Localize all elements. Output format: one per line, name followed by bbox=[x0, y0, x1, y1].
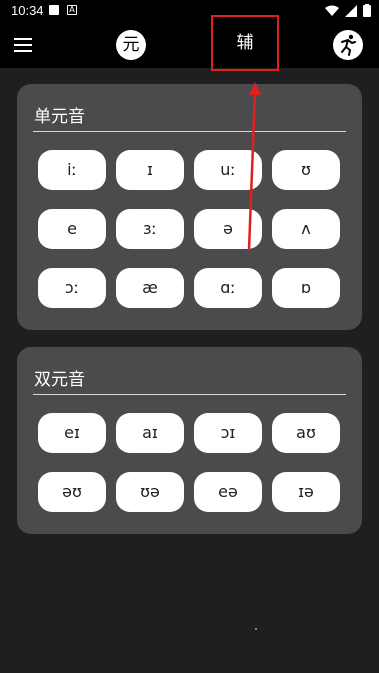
phoneme-button[interactable]: eə bbox=[194, 472, 262, 512]
phoneme-button[interactable]: aɪ bbox=[116, 413, 184, 453]
diphthongs-card: 双元音 eɪ aɪ ɔɪ aʊ əʊ ʊə eə ɪə bbox=[17, 347, 362, 534]
app-bar: 元 辅 bbox=[0, 15, 379, 71]
phoneme-button[interactable]: ʌ bbox=[272, 209, 340, 249]
monophthongs-card: 单元音 iː ɪ uː ʊ e ɜː ə ʌ ɔː æ ɑː ɒ bbox=[17, 84, 362, 330]
phoneme-button[interactable]: ɔː bbox=[38, 268, 106, 308]
menu-icon[interactable] bbox=[14, 38, 32, 52]
phoneme-button[interactable]: ʊə bbox=[116, 472, 184, 512]
status-time: 10:34 bbox=[11, 3, 44, 18]
app-notification-icon: A bbox=[67, 5, 77, 15]
phoneme-button[interactable]: ɜː bbox=[116, 209, 184, 249]
phoneme-button[interactable]: ɔɪ bbox=[194, 413, 262, 453]
wifi-icon bbox=[325, 5, 339, 16]
phoneme-button[interactable]: e bbox=[38, 209, 106, 249]
phoneme-button[interactable]: ɑː bbox=[194, 268, 262, 308]
monophthongs-divider bbox=[33, 131, 346, 132]
monophthongs-title: 单元音 bbox=[34, 107, 85, 127]
runner-icon bbox=[341, 34, 356, 56]
phoneme-button[interactable]: ɪə bbox=[272, 472, 340, 512]
phoneme-button[interactable]: ɒ bbox=[272, 268, 340, 308]
battery-icon bbox=[363, 4, 371, 17]
phoneme-button[interactable]: aʊ bbox=[272, 413, 340, 453]
phoneme-button[interactable]: əʊ bbox=[38, 472, 106, 512]
runner-button[interactable] bbox=[333, 30, 363, 60]
phoneme-button[interactable]: iː bbox=[38, 150, 106, 190]
phoneme-button[interactable]: æ bbox=[116, 268, 184, 308]
tab-consonants[interactable]: 辅 bbox=[211, 15, 279, 71]
phoneme-button[interactable]: uː bbox=[194, 150, 262, 190]
tab-vowels[interactable]: 元 bbox=[116, 30, 146, 60]
diphthongs-title: 双元音 bbox=[34, 370, 85, 390]
notification-icon bbox=[49, 5, 59, 15]
diphthongs-divider bbox=[33, 394, 346, 395]
phoneme-button[interactable]: ə bbox=[194, 209, 262, 249]
dot bbox=[255, 628, 257, 630]
status-bar: 10:34 A bbox=[0, 0, 379, 22]
phoneme-button[interactable]: ɪ bbox=[116, 150, 184, 190]
phoneme-button[interactable]: eɪ bbox=[38, 413, 106, 453]
phoneme-button[interactable]: ʊ bbox=[272, 150, 340, 190]
signal-icon bbox=[345, 4, 357, 17]
